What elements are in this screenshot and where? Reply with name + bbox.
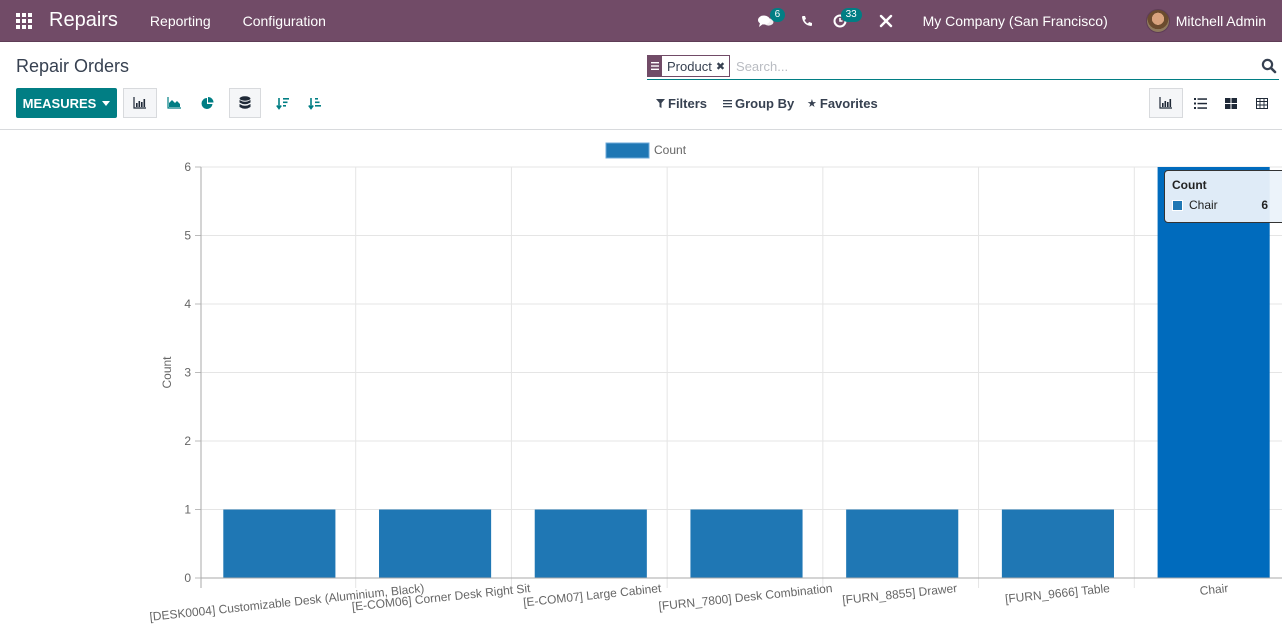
measures-button[interactable]: MEASURES <box>16 88 117 118</box>
tooltip-title: Count <box>1172 178 1207 192</box>
sort-ascending-icon <box>308 97 321 110</box>
favorites-label: Favorites <box>819 96 878 111</box>
list-view-button[interactable] <box>1183 88 1217 118</box>
apps-menu-icon[interactable] <box>16 12 34 30</box>
sort-descending-icon <box>276 97 289 110</box>
filter-icon <box>656 99 665 108</box>
bar-chart-icon <box>1159 97 1172 109</box>
caret-down-icon <box>102 100 111 106</box>
kanban-view-button[interactable] <box>1214 88 1248 118</box>
activities-badge: 33 <box>840 8 862 22</box>
pivot-table-icon <box>1256 97 1268 109</box>
list-icon <box>1193 97 1207 109</box>
bar-0 <box>223 509 336 578</box>
top-navbar: Repairs Reporting Configuration 6 33 My … <box>0 0 1282 42</box>
search-input[interactable] <box>736 58 1261 74</box>
bar-chart-button[interactable] <box>123 88 157 118</box>
page-title: Repair Orders <box>16 56 130 76</box>
y-tick-label: 6 <box>184 160 191 174</box>
y-tick-label: 5 <box>184 229 191 243</box>
menu-configuration[interactable]: Configuration <box>243 13 326 29</box>
sort-descending-button[interactable] <box>266 88 300 118</box>
search-icon[interactable] <box>1261 58 1277 74</box>
filters-button[interactable]: Filters <box>656 96 707 111</box>
messages-badge: 6 <box>769 8 786 22</box>
graph-view-button[interactable] <box>1149 88 1183 118</box>
x-tick-label: [E-COM07] Large Cabinet <box>522 581 662 609</box>
filters-label: Filters <box>668 96 708 111</box>
bar-chart-icon <box>133 97 146 109</box>
tooltip-label: Chair <box>1189 198 1218 212</box>
group-by-button[interactable]: Group By <box>723 96 794 111</box>
graph-chart: 0 1 2 3 4 5 6 Count [DESK0004] Customizable Desk… <box>0 131 1282 631</box>
y-tick-label: 3 <box>184 366 191 380</box>
activities-button[interactable]: 33 <box>825 0 862 42</box>
group-by-label: Group By <box>735 96 795 111</box>
database-icon <box>239 96 251 109</box>
measures-label: MEASURES <box>22 95 97 111</box>
y-axis-label: Count <box>160 356 174 389</box>
stacked-toggle-button[interactable] <box>229 88 261 118</box>
user-avatar[interactable] <box>1145 9 1170 33</box>
bar-3 <box>690 509 803 578</box>
bar-4 <box>846 509 959 578</box>
tools-icon <box>879 14 892 28</box>
phone-icon <box>801 16 812 26</box>
x-tick-label: [FURN_7800] Desk Combination <box>658 581 833 613</box>
app-name[interactable]: Repairs <box>49 9 118 32</box>
pie-chart-button[interactable] <box>190 88 224 118</box>
area-chart-icon <box>166 97 181 109</box>
facet-label: Product <box>662 56 716 76</box>
menu-reporting[interactable]: Reporting <box>150 13 211 29</box>
legend-swatch <box>605 142 650 159</box>
star-icon: ★ <box>807 98 817 110</box>
tooltip-swatch <box>1172 199 1183 211</box>
group-by-icon <box>723 100 732 108</box>
y-tick-label: 4 <box>184 297 191 311</box>
user-menu[interactable]: Mitchell Admin <box>1176 13 1266 29</box>
search-bar: Product ✖ <box>647 53 1279 80</box>
line-chart-button[interactable] <box>157 88 191 118</box>
company-switcher[interactable]: My Company (San Francisco) <box>923 13 1108 29</box>
legend-label: Count <box>654 143 687 157</box>
tooltip-value: 6 <box>1261 198 1268 212</box>
x-tick-label: Chair <box>1199 581 1229 598</box>
favorites-button[interactable]: ★ Favorites <box>807 96 878 111</box>
bar-1 <box>379 509 492 578</box>
phone-button[interactable] <box>789 0 825 42</box>
facet-remove-icon[interactable]: ✖ <box>716 56 729 76</box>
bar-5 <box>1001 509 1114 578</box>
kanban-icon <box>1225 97 1237 109</box>
y-tick-label: 0 <box>184 571 191 585</box>
control-panel: Repair Orders MEASURES Product ✖ Filters <box>0 42 1282 130</box>
x-tick-label: [FURN_9666] Table <box>1004 581 1110 606</box>
chart-tooltip: Count Chair 6 <box>1164 170 1282 223</box>
sort-ascending-button[interactable] <box>298 88 332 118</box>
group-by-facet-icon <box>648 56 662 76</box>
bar-2 <box>534 509 647 578</box>
messages-button[interactable]: 6 <box>751 0 786 42</box>
bar-chart-svg: 0123456Count[DESK0004] Customizable Desk… <box>149 142 1282 624</box>
y-tick-label: 1 <box>184 503 191 517</box>
search-facet: Product ✖ <box>647 55 731 77</box>
y-tick-label: 2 <box>184 434 191 448</box>
pie-chart-icon <box>201 96 213 109</box>
x-tick-label: [FURN_8855] Drawer <box>842 581 958 607</box>
bar-6 <box>1157 167 1270 578</box>
debug-tools-button[interactable] <box>871 0 901 42</box>
pivot-view-button[interactable] <box>1245 88 1279 118</box>
tooltip-row: Chair 6 <box>1172 198 1282 212</box>
